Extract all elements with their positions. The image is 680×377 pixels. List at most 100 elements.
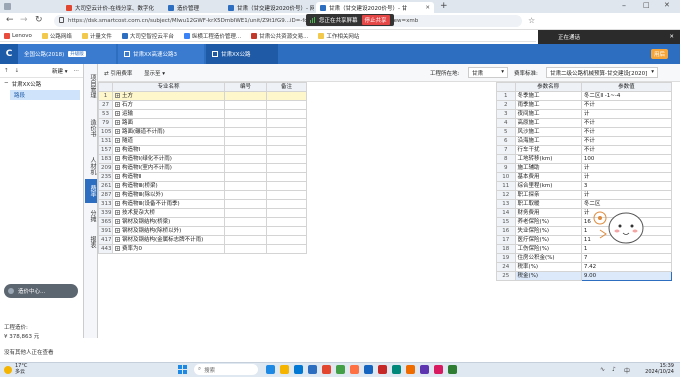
code-cell[interactable] [224,136,267,146]
table-row[interactable]: 6 沿海施工 不计 [496,136,673,146]
star-icon[interactable]: ☆ [528,16,535,25]
expand-icon[interactable]: + [115,192,120,197]
region-select[interactable]: 甘肃 ▾ [468,67,508,78]
table-row[interactable]: 27 + 石方 [98,100,307,110]
expand-icon[interactable]: + [115,102,120,107]
table-row[interactable]: 7 行车干扰 不计 [496,145,673,155]
tray-network-icon[interactable]: ∿ [600,366,605,373]
taskbar-app-icon[interactable] [420,365,429,374]
table-row[interactable]: 105 + 路面(碾道不计雨) [98,127,307,137]
remark-cell[interactable] [266,244,307,254]
code-cell[interactable] [224,235,267,245]
table-row[interactable]: 8 工地转移(km) 100 [496,154,673,164]
category-name-cell[interactable]: + 构造物Ⅱ [112,172,225,182]
remark-cell[interactable] [266,172,307,182]
category-name-cell[interactable]: + 构造物Ⅲ(除以外) [112,190,225,200]
remark-cell[interactable] [266,100,307,110]
table-row[interactable]: 209 + 构造物Ⅰ(室内不计雨) [98,163,307,173]
code-cell[interactable] [224,199,267,209]
expand-icon[interactable]: + [115,201,120,206]
taskbar-app-icon[interactable] [266,365,275,374]
bookmark-item[interactable]: 工作相关网站 [318,32,359,40]
param-value-cell[interactable]: 计 [580,109,673,119]
category-name-cell[interactable]: + 运输 [112,109,225,119]
category-name-cell[interactable]: + 构造物Ⅰ [112,145,225,155]
remark-cell[interactable] [266,181,307,191]
app-tab-3[interactable]: 甘肃XX公路 [206,44,278,64]
browser-tab-1[interactable]: 大司空云计价-在线分享、数字化 [62,2,162,13]
expand-icon[interactable]: + [115,246,120,251]
code-cell[interactable] [224,172,267,182]
expand-icon[interactable]: + [115,219,120,224]
table-row[interactable]: 339 + 技术复杂大桥 [98,208,307,218]
bookmark-item[interactable]: 计量文件 [81,32,112,40]
back-icon[interactable]: ← [6,15,14,25]
table-row[interactable]: 443 + 费率为0 [98,244,307,254]
app-tab-2[interactable]: 甘肃XX高速公路3 [118,44,204,64]
table-row[interactable]: 25 税金(%) 9.00 [496,271,673,281]
code-cell[interactable] [224,217,267,227]
expand-icon[interactable]: + [115,120,120,125]
table-row[interactable]: 1 冬季施工 冬二区Ⅱ -1~-4 [496,91,673,101]
remark-cell[interactable] [266,163,307,173]
bookmark-item[interactable]: 公路网络 [41,32,72,40]
table-row[interactable]: 19 住房公积金(%) 7 [496,253,673,263]
category-name-cell[interactable]: + 土方 [112,91,225,101]
param-value-cell[interactable]: 不计 [580,118,673,128]
param-value-cell[interactable]: 计 [580,163,673,173]
table-row[interactable]: 313 + 构造物Ⅲ(设备不计雨季) [98,199,307,209]
table-row[interactable]: 287 + 构造物Ⅲ(除以外) [98,190,307,200]
collapse-icon[interactable]: − [4,80,9,88]
vtab-reports[interactable]: 报表 [85,230,97,254]
param-value-cell[interactable]: 计 [580,172,673,182]
taskbar-app-icon[interactable] [322,365,331,374]
tray-ime-icon[interactable]: 中 [624,366,630,375]
dock-close-icon[interactable]: ✕ [669,34,674,40]
expand-icon[interactable]: + [115,129,120,134]
expand-icon[interactable]: + [115,93,120,98]
expand-icon[interactable]: + [115,111,120,116]
category-name-cell[interactable]: + 钢材及钢结构(桥梁) [112,217,225,227]
param-value-cell[interactable]: 不计 [580,100,673,110]
category-name-cell[interactable]: + 费率为0 [112,244,225,254]
taskbar-app-icon[interactable] [434,365,443,374]
taskbar-app-icon[interactable] [378,365,387,374]
taskbar-app-icon[interactable] [294,365,303,374]
code-cell[interactable] [224,109,267,119]
expand-icon[interactable]: + [115,156,120,161]
table-row[interactable]: 4 高原施工 不计 [496,118,673,128]
code-cell[interactable] [224,244,267,254]
table-row[interactable]: 183 + 构造物Ⅰ(绿化不计雨) [98,154,307,164]
code-cell[interactable] [224,208,267,218]
table-row[interactable]: 53 + 运输 [98,109,307,119]
table-row[interactable]: 10 基本费用计 [496,172,673,182]
expand-icon[interactable]: + [115,210,120,215]
table-row[interactable]: 2 雨季施工 不计 [496,100,673,110]
close-window-icon[interactable]: ✕ [664,1,670,9]
code-cell[interactable] [224,100,267,110]
expand-icon[interactable]: + [115,228,120,233]
browser-tab-4[interactable]: 甘肃（甘交建设2020价号）- 甘 ✕ [316,2,434,13]
remark-cell[interactable] [266,208,307,218]
app-tab-1[interactable]: 全国公路(2018) 升级版 [18,44,116,64]
table-row[interactable]: 157 + 构造物Ⅰ [98,145,307,155]
stop-share-button[interactable]: 停止共享 [361,15,390,25]
table-row[interactable]: 261 + 构造物Ⅲ(桥梁) [98,181,307,191]
remark-cell[interactable] [266,190,307,200]
more-icon[interactable]: ⋯ [74,68,80,74]
taskbar-app-icon[interactable] [364,365,373,374]
vtab-rates[interactable]: 费率 [85,179,97,203]
ref-rates-button[interactable]: ⇄ 引用费率 [104,69,132,77]
category-name-cell[interactable]: + 隧道 [112,136,225,146]
param-value-cell[interactable]: 不计 [580,136,673,146]
param-value-cell[interactable]: 不计 [580,127,673,137]
code-cell[interactable] [224,127,267,137]
expand-icon[interactable]: + [115,183,120,188]
tray-volume-icon[interactable]: ♪ [612,366,616,373]
expand-icon[interactable]: + [115,237,120,242]
param-value-cell[interactable]: 冬二区Ⅱ -1~-4 [580,91,673,101]
tree-node-project[interactable]: − 甘肃XX公路 [0,78,83,90]
remark-cell[interactable] [266,235,307,245]
tree-node-section[interactable]: 路段 [10,90,80,100]
bookmark-item[interactable]: Lenovo [4,32,32,39]
